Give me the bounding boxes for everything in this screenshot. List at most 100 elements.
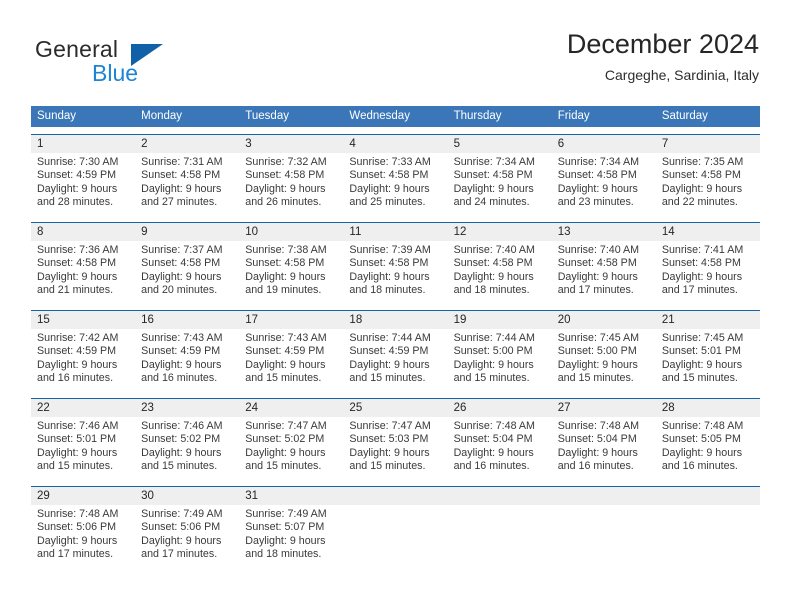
day-cell[interactable]: Sunrise: 7:39 AM Sunset: 4:58 PM Dayligh… <box>343 241 447 303</box>
day-number: 16 <box>141 314 154 326</box>
daylight-text-cont: and 28 minutes. <box>37 196 114 209</box>
sunrise-text: Sunrise: 7:44 AM <box>349 332 431 344</box>
logo-text-general: General <box>35 36 119 62</box>
day-cell[interactable]: Sunrise: 7:48 AM Sunset: 5:04 PM Dayligh… <box>552 417 656 479</box>
day-number: 22 <box>37 402 50 414</box>
daylight-text-cont: and 15 minutes. <box>557 372 634 385</box>
daylight-text-cont: and 16 minutes. <box>453 460 530 473</box>
day-number: 1 <box>37 138 44 150</box>
daylight-text-cont: and 18 minutes. <box>453 284 530 297</box>
daylight-text: Daylight: 9 hours <box>37 270 118 283</box>
sunset-text: Sunset: 5:06 PM <box>141 521 221 534</box>
day-cell[interactable]: Sunrise: 7:47 AM Sunset: 5:03 PM Dayligh… <box>343 417 447 479</box>
day-cell[interactable]: Sunrise: 7:42 AM Sunset: 4:59 PM Dayligh… <box>31 329 135 391</box>
daylight-text-cont: and 25 minutes. <box>349 196 426 209</box>
sunrise-text: Sunrise: 7:48 AM <box>661 420 744 432</box>
day-cell[interactable]: Sunrise: 7:41 AM Sunset: 4:58 PM Dayligh… <box>656 241 760 303</box>
sunrise-text: Sunrise: 7:45 AM <box>557 332 640 344</box>
day-cell[interactable]: Sunrise: 7:34 AM Sunset: 4:58 PM Dayligh… <box>552 153 656 215</box>
day-cell[interactable]: Sunrise: 7:45 AM Sunset: 5:01 PM Dayligh… <box>656 329 760 391</box>
sunset-text: Sunset: 4:58 PM <box>349 169 429 182</box>
week-body: Sunrise: 7:46 AM Sunset: 5:01 PM Dayligh… <box>31 417 760 479</box>
daylight-text-cont: and 17 minutes. <box>37 548 114 561</box>
sunset-text: Sunset: 4:58 PM <box>141 257 221 270</box>
calendar-page: General Blue December 2024 Cargeghe, Sar… <box>0 0 792 612</box>
day-cell[interactable]: Sunrise: 7:48 AM Sunset: 5:05 PM Dayligh… <box>656 417 760 479</box>
day-number: 13 <box>557 226 571 238</box>
day-cell[interactable]: Sunrise: 7:43 AM Sunset: 4:59 PM Dayligh… <box>135 329 239 391</box>
sunset-text: Sunset: 4:59 PM <box>37 345 117 358</box>
daylight-text-cont: and 17 minutes. <box>661 284 738 297</box>
sunrise-text: Sunrise: 7:33 AM <box>349 156 431 168</box>
week-body: Sunrise: 7:42 AM Sunset: 4:59 PM Dayligh… <box>31 329 760 391</box>
sunset-text: Sunset: 4:59 PM <box>37 169 117 182</box>
day-cell[interactable]: Sunrise: 7:49 AM Sunset: 5:07 PM Dayligh… <box>239 505 343 567</box>
day-cell[interactable]: Sunrise: 7:32 AM Sunset: 4:58 PM Dayligh… <box>239 153 343 215</box>
sunrise-text: Sunrise: 7:44 AM <box>453 332 535 344</box>
title-block: December 2024 Cargeghe, Sardinia, Italy <box>567 28 759 83</box>
day-cell[interactable]: Sunrise: 7:36 AM Sunset: 4:58 PM Dayligh… <box>31 241 135 303</box>
day-number: 17 <box>245 314 259 326</box>
sunset-text: Sunset: 4:59 PM <box>141 345 221 358</box>
day-number: 21 <box>661 314 675 326</box>
day-cell[interactable]: Sunrise: 7:38 AM Sunset: 4:58 PM Dayligh… <box>239 241 343 303</box>
daylight-text: Daylight: 9 hours <box>141 446 222 459</box>
daylight-text-cont: and 27 minutes. <box>141 196 218 209</box>
day-cell[interactable]: Sunrise: 7:40 AM Sunset: 4:58 PM Dayligh… <box>448 241 552 303</box>
day-cell[interactable]: Sunrise: 7:46 AM Sunset: 5:02 PM Dayligh… <box>135 417 239 479</box>
day-number: 30 <box>141 490 154 502</box>
day-cell[interactable]: Sunrise: 7:40 AM Sunset: 4:58 PM Dayligh… <box>552 241 656 303</box>
sunrise-text: Sunrise: 7:43 AM <box>141 332 223 344</box>
day-cell[interactable]: Sunrise: 7:46 AM Sunset: 5:01 PM Dayligh… <box>31 417 135 479</box>
day-cell[interactable]: Sunrise: 7:45 AM Sunset: 5:00 PM Dayligh… <box>552 329 656 391</box>
day-cell[interactable]: Sunrise: 7:47 AM Sunset: 5:02 PM Dayligh… <box>239 417 343 479</box>
daylight-text-cont: and 19 minutes. <box>245 284 322 297</box>
sunset-text: Sunset: 4:58 PM <box>661 169 741 182</box>
sunrise-text: Sunrise: 7:30 AM <box>37 156 119 168</box>
sunset-text: Sunset: 5:00 PM <box>557 345 637 358</box>
daylight-text-cont: and 17 minutes. <box>557 284 634 297</box>
day-number: 29 <box>37 490 50 502</box>
day-number-empty <box>343 487 447 505</box>
day-number: 10 <box>245 226 259 238</box>
daylight-text: Daylight: 9 hours <box>453 270 534 283</box>
daylight-text-cont: and 17 minutes. <box>141 548 218 561</box>
daylight-text: Daylight: 9 hours <box>557 446 638 459</box>
weekday-header-monday: Monday <box>141 110 183 122</box>
daylight-text: Daylight: 9 hours <box>661 270 743 283</box>
day-cell[interactable]: Sunrise: 7:34 AM Sunset: 4:58 PM Dayligh… <box>448 153 552 215</box>
daylight-text-cont: and 15 minutes. <box>349 460 426 473</box>
sunrise-text: Sunrise: 7:40 AM <box>453 244 535 256</box>
daylight-text: Daylight: 9 hours <box>37 534 118 547</box>
day-cell[interactable]: Sunrise: 7:30 AM Sunset: 4:59 PM Dayligh… <box>31 153 135 215</box>
day-cell[interactable]: Sunrise: 7:33 AM Sunset: 4:58 PM Dayligh… <box>343 153 447 215</box>
sunset-text: Sunset: 5:02 PM <box>141 433 221 446</box>
daylight-text-cont: and 23 minutes. <box>557 196 634 209</box>
daylight-text: Daylight: 9 hours <box>141 358 222 371</box>
day-cell-empty <box>656 505 760 567</box>
week-daynumber-band: 29 30 31 <box>31 487 760 505</box>
sunrise-text: Sunrise: 7:34 AM <box>453 156 535 168</box>
day-cell[interactable]: Sunrise: 7:48 AM Sunset: 5:04 PM Dayligh… <box>448 417 552 479</box>
day-number-empty <box>552 487 656 505</box>
day-cell[interactable]: Sunrise: 7:35 AM Sunset: 4:58 PM Dayligh… <box>656 153 760 215</box>
sunrise-text: Sunrise: 7:35 AM <box>661 156 744 168</box>
sunrise-text: Sunrise: 7:41 AM <box>661 244 744 256</box>
daylight-text-cont: and 15 minutes. <box>37 460 114 473</box>
day-cell[interactable]: Sunrise: 7:44 AM Sunset: 4:59 PM Dayligh… <box>343 329 447 391</box>
daylight-text: Daylight: 9 hours <box>245 182 326 195</box>
day-cell[interactable]: Sunrise: 7:37 AM Sunset: 4:58 PM Dayligh… <box>135 241 239 303</box>
daylight-text: Daylight: 9 hours <box>661 446 743 459</box>
day-cell[interactable]: Sunrise: 7:48 AM Sunset: 5:06 PM Dayligh… <box>31 505 135 567</box>
day-number: 7 <box>661 138 669 150</box>
sunset-text: Sunset: 4:58 PM <box>37 257 117 270</box>
day-cell[interactable]: Sunrise: 7:44 AM Sunset: 5:00 PM Dayligh… <box>448 329 552 391</box>
day-cell[interactable]: Sunrise: 7:43 AM Sunset: 4:59 PM Dayligh… <box>239 329 343 391</box>
sunset-text: Sunset: 4:58 PM <box>141 169 221 182</box>
day-number: 11 <box>349 226 362 238</box>
daylight-text: Daylight: 9 hours <box>661 358 743 371</box>
sunset-text: Sunset: 5:07 PM <box>245 521 325 534</box>
daylight-text-cont: and 15 minutes. <box>661 372 738 385</box>
day-cell[interactable]: Sunrise: 7:31 AM Sunset: 4:58 PM Dayligh… <box>135 153 239 215</box>
day-cell[interactable]: Sunrise: 7:49 AM Sunset: 5:06 PM Dayligh… <box>135 505 239 567</box>
